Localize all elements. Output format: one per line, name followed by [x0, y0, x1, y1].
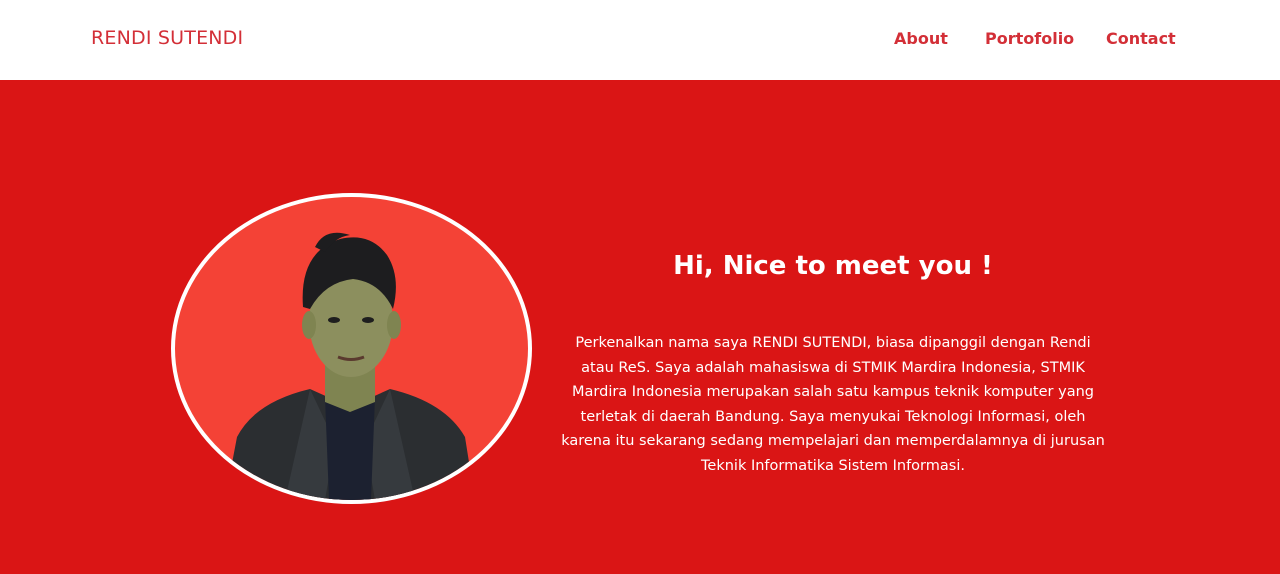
- hero-title: Hi, Nice to meet you !: [673, 251, 993, 281]
- nav-links: About Portofolio Contact: [0, 29, 1280, 53]
- person-illustration: [225, 232, 475, 500]
- nav-link-contact[interactable]: Contact: [1106, 29, 1176, 48]
- profile-photo: [171, 193, 532, 504]
- nav-link-about[interactable]: About: [894, 29, 948, 48]
- hero-description: Perkenalkan nama saya RENDI SUTENDI, bia…: [561, 335, 1105, 474]
- navbar: RENDI SUTENDI About Portofolio Contact: [0, 0, 1280, 80]
- nav-link-portofolio[interactable]: Portofolio: [985, 29, 1074, 48]
- hero-section: Hi, Nice to meet you ! Perkenalkan nama …: [0, 80, 1280, 574]
